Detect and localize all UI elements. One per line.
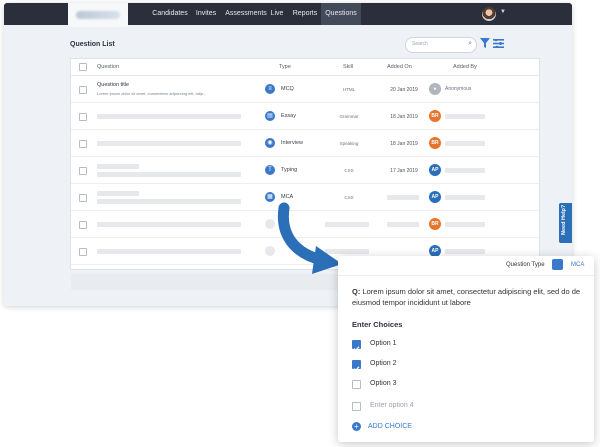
column-added-on[interactable]: Added On [387,64,412,70]
column-type[interactable]: Type [279,64,291,70]
question-skill: HTML [342,87,356,92]
nav-questions[interactable]: Questions [321,3,361,25]
chevron-down-icon[interactable]: ▼ [500,9,506,15]
column-added-by[interactable]: Added By [453,64,477,70]
need-help-label: Need Help? [561,204,567,235]
question-type-value[interactable]: MCA [571,262,584,268]
top-navigation-bar: Candidates Invites Assessments Live Repo… [4,3,572,27]
page-title: Question List [70,41,115,48]
placeholder-bar [97,141,241,146]
question-skill: Grammar [339,114,359,119]
search-icon: ⌕ [468,40,472,47]
added-on: 18 Jan 2019 [390,114,418,120]
text-icon: T [265,165,275,175]
question-detail-panel: Question Type MCA Q: Lorem ipsum dolor s… [338,256,594,442]
question-skill: Speaking [339,141,359,146]
list-icon: ≡ [265,84,275,94]
nav-candidates[interactable]: Candidates [145,3,195,25]
placeholder-bar [445,222,485,227]
checklist-icon [552,259,563,270]
question-skill: CSS [344,168,354,173]
add-choice-label: ADD CHOICE [368,423,412,430]
table-row[interactable]: Question title Lorem ipsum dolor sit ame… [71,76,539,103]
choices-heading: Enter Choices [352,320,403,329]
placeholder-bar [445,195,485,200]
placeholder-bar [97,249,241,254]
option-label: Option 1 [370,340,397,347]
placeholder-bar [97,222,241,227]
nav-assessments[interactable]: Assessments [221,3,271,25]
added-on: 17 Jan 2019 [390,168,418,174]
placeholder-bar [387,222,419,227]
placeholder-bar [445,249,485,254]
sort-options-icon[interactable] [493,39,504,48]
placeholder-bar [445,114,485,119]
user-badge: BR [429,218,441,230]
added-by-name: Anonymous [445,86,472,92]
user-badge: BR [429,110,441,122]
search-placeholder: Search [412,41,428,47]
column-question[interactable]: Question [97,64,119,70]
checkbox-unchecked[interactable] [352,402,361,411]
panel-header: Question Type MCA [338,256,594,276]
question-type: Typing [281,167,298,173]
placeholder-bar [445,141,485,146]
placeholder-bar [445,168,485,173]
row-checkbox[interactable] [79,113,87,121]
question-prefix: Q: [352,287,361,296]
nav-reports[interactable]: Reports [290,3,320,25]
camera-icon: ◉ [265,138,275,148]
question-title: Question title [97,82,130,88]
logo-mark [76,11,120,19]
document-icon: ▤ [265,111,275,121]
column-skill[interactable]: Skill [343,64,353,70]
table-row[interactable]: ▤ Essay Grammar 18 Jan 2019 BR [71,103,539,130]
user-badge: AP [429,191,441,203]
row-checkbox[interactable] [79,248,87,256]
checkbox-unchecked[interactable] [352,380,361,389]
need-help-button[interactable]: Need Help? [559,203,572,243]
option-label: Option 3 [370,380,397,387]
placeholder-bar [97,199,241,204]
select-all-checkbox[interactable] [79,63,87,71]
placeholder-bar [97,164,139,169]
search-input[interactable]: Search ⌕ [405,37,477,53]
question-type-label: Question Type [506,262,545,268]
nav-live[interactable]: Live [267,3,287,25]
added-on: 18 Jan 2019 [390,141,418,147]
option-label: Option 2 [370,360,397,367]
row-checkbox[interactable] [79,86,87,94]
user-avatar[interactable] [482,7,496,21]
placeholder-bar [97,191,139,196]
plus-icon: + [352,422,361,431]
user-badge: AP [429,164,441,176]
row-checkbox[interactable] [79,140,87,148]
question-text: Lorem ipsum dolor sit amet, consectetur … [352,287,581,307]
brand-logo[interactable] [68,3,128,27]
placeholder-bar [97,114,241,119]
checkbox-checked[interactable] [352,340,361,352]
question-type: Essay [281,113,296,119]
added-on: 20 Jan 2019 [390,87,418,93]
table-row[interactable]: T Typing CSS 17 Jan 2019 AP [71,157,539,184]
question-subtitle: Lorem ipsum dolor sit amet, consectetur … [97,91,207,96]
filter-icon[interactable] [480,38,490,48]
table-header: Question Type Skill Added On Added By [71,59,539,76]
checkbox-checked[interactable] [352,360,361,372]
table-row[interactable]: ◉ Interview Speaking 18 Jan 2019 BR [71,130,539,157]
question-type: MCQ [281,86,294,92]
anonymous-user-icon: ● [429,83,441,95]
row-checkbox[interactable] [79,167,87,175]
user-badge: BR [429,137,441,149]
question-text-block[interactable]: Q: Lorem ipsum dolor sit amet, consectet… [352,286,586,308]
question-type: Interview [281,140,304,146]
row-checkbox[interactable] [79,194,87,202]
row-checkbox[interactable] [79,221,87,229]
nav-invites[interactable]: Invites [191,3,221,25]
placeholder-bar [387,195,419,200]
placeholder-bar [97,172,241,177]
option-input-placeholder[interactable]: Enter option 4 [370,402,414,409]
